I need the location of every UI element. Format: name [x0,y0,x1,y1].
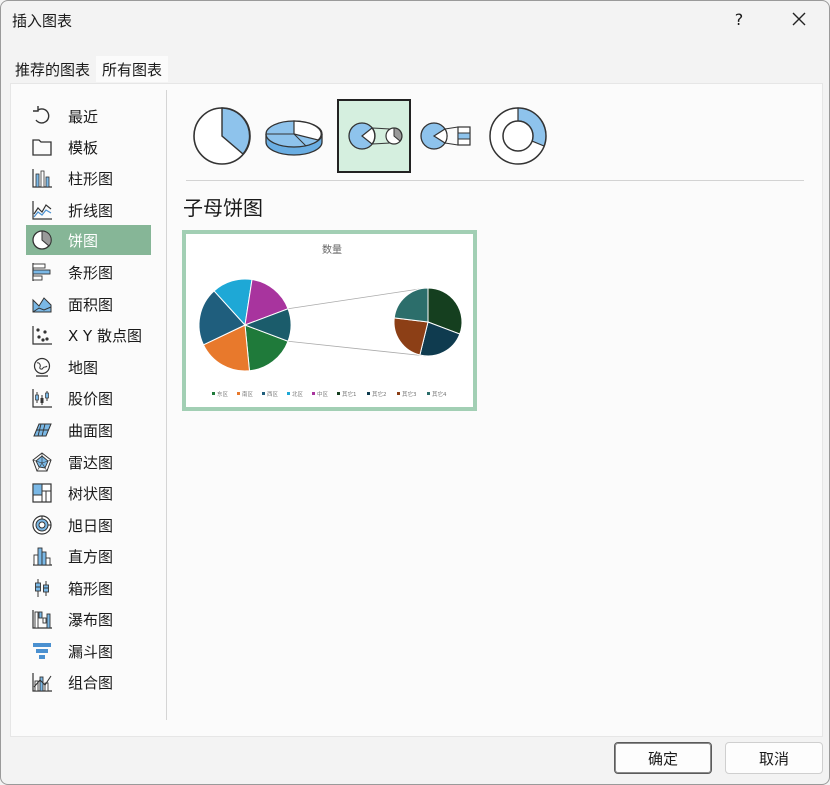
chart-preview[interactable]: 数量 东区 南区 西区 北区 中区 其它1 其它2 其它3 其它4 [182,230,477,411]
category-bar[interactable]: 条形图 [26,257,151,287]
gallery-divider [186,180,804,181]
category-column[interactable]: 柱形图 [26,163,151,193]
subtype-bar-of-pie[interactable] [411,101,481,171]
category-treemap[interactable]: 树状图 [26,478,151,508]
subtype-pie-of-pie[interactable] [337,99,411,173]
pie-chart-icon [30,228,54,252]
pie-of-pie-subtype-icon [348,122,403,150]
surface-chart-icon [30,418,54,442]
preview-legend-label: 东区 [217,390,229,398]
tab-bar: 推荐的图表 所有图表 [9,56,169,82]
sunburst-chart-icon [30,513,54,537]
category-map[interactable]: 地图 [26,352,151,382]
preview-secondary-slice-其它4 [393,287,429,323]
preview-chart-title: 数量 [322,243,342,256]
category-combo[interactable]: 组合图 [26,667,151,697]
preview-legend-swatch [337,392,340,395]
category-line[interactable]: 折线图 [26,195,151,225]
preview-legend-label: 南区 [242,390,254,398]
scatter-chart-icon [30,323,54,347]
category-area[interactable]: 面积图 [26,289,151,319]
category-box-whisker[interactable]: 箱形图 [26,573,151,603]
tab-all-charts[interactable]: 所有图表 [96,56,169,82]
chart-category-list: 最近 模板 柱形图 折线图 饼图 条形图 面积图 X Y 散点图 地图 股价图 … [11,84,166,736]
funnel-chart-icon [30,639,54,663]
radar-chart-icon [30,450,54,474]
preview-legend-swatch [427,392,430,395]
pie-subtype-icon [193,107,251,165]
stock-chart-icon [30,386,54,410]
category-waterfall[interactable]: 瀑布图 [26,604,151,634]
category-pie[interactable]: 饼图 [26,225,151,255]
category-stock[interactable]: 股价图 [26,383,151,413]
category-templates[interactable]: 模板 [26,132,151,162]
preview-legend-label: 西区 [267,391,279,398]
category-radar[interactable]: 雷达图 [26,447,151,477]
line-chart-icon [30,198,54,222]
category-sunburst[interactable]: 旭日图 [26,510,151,540]
folder-icon [30,135,54,159]
dialog-title: 插入图表 [12,12,73,30]
category-recent[interactable]: 最近 [26,101,151,131]
close-button[interactable] [783,7,815,33]
category-funnel[interactable]: 漏斗图 [26,636,151,666]
3d-pie-subtype-icon [265,120,323,156]
preview-legend-swatch [367,392,370,395]
category-xy-scatter[interactable]: X Y 散点图 [26,320,151,350]
close-icon [792,12,806,26]
doughnut-subtype-icon [489,107,547,165]
preview-legend-swatch [397,392,400,395]
preview-chart: 数量 东区 南区 西区 北区 中区 其它1 其它2 其它3 其它4 [198,243,463,398]
preview-legend-swatch [237,392,240,395]
preview-legend-label: 中区 [317,390,329,398]
subtype-pie[interactable] [187,101,257,171]
waterfall-chart-icon [30,607,54,631]
area-chart-icon [30,292,54,316]
column-chart-icon [30,166,54,190]
category-surface[interactable]: 曲面图 [26,415,151,445]
cancel-button[interactable]: 取消 [725,742,823,774]
preview-legend-label: 其它1 [342,390,357,398]
preview-legend-label: 其它3 [402,390,417,398]
subtype-doughnut[interactable] [483,101,553,171]
help-button[interactable]: ? [725,7,753,33]
sidebar-divider [166,90,167,720]
preview-legend-label: 北区 [292,390,304,398]
recent-icon [30,104,54,128]
map-chart-icon [30,355,54,379]
chart-type-title: 子母饼图 [183,196,263,220]
preview-legend-swatch [262,392,265,395]
subtype-3d-pie[interactable] [259,101,329,171]
histogram-chart-icon [30,544,54,568]
preview-legend-swatch [312,392,315,395]
treemap-chart-icon [30,481,54,505]
preview-legend-swatch [287,392,290,395]
ok-button[interactable]: 确定 [614,742,712,774]
category-histogram[interactable]: 直方图 [26,541,151,571]
bar-chart-icon [30,260,54,284]
bar-of-pie-subtype-icon [420,122,471,150]
combo-chart-icon [30,670,54,694]
tab-content: 最近 模板 柱形图 折线图 饼图 条形图 面积图 X Y 散点图 地图 股价图 … [10,83,823,737]
tab-recommended-charts[interactable]: 推荐的图表 [9,56,96,82]
preview-legend-label: 其它2 [372,390,387,398]
preview-legend-label: 其它4 [432,390,447,398]
preview-legend-swatch [212,392,215,395]
insert-chart-dialog: 插入图表 ? 推荐的图表 所有图表 最近 模板 柱形图 折线图 饼图 条形图 面… [0,0,830,785]
box-whisker-chart-icon [30,576,54,600]
